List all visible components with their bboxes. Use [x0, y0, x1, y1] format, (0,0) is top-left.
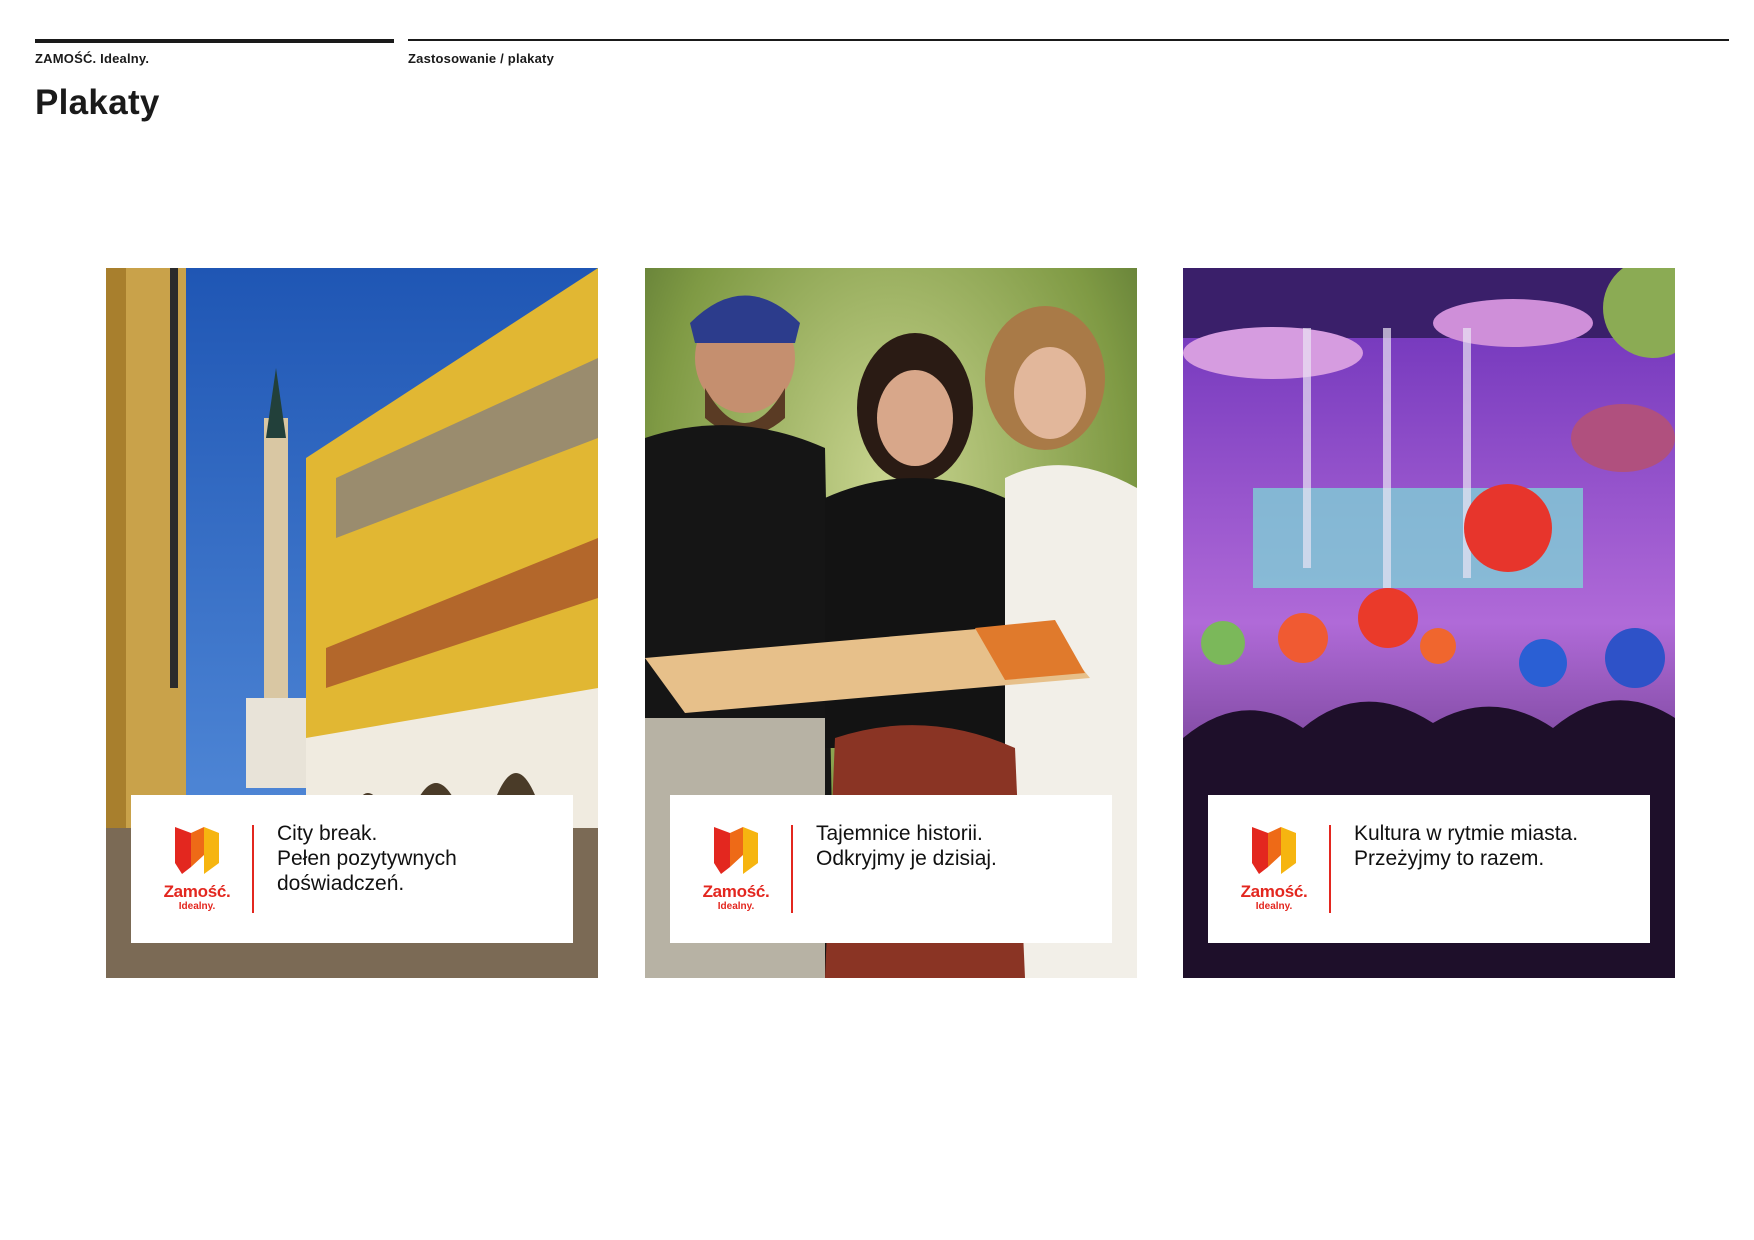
poster-headline: City break. Pełen pozytywnych doświadcze…	[277, 821, 561, 896]
poster-caption-card: Zamość. Idealny. Tajemnice historii. Odk…	[670, 795, 1112, 943]
headline-line: Odkryjmy je dzisiaj.	[816, 847, 997, 870]
header-rule-left	[35, 39, 394, 43]
headline-line: Kultura w rytmie miasta.	[1354, 822, 1579, 845]
logo-tagline: Idealny.	[717, 901, 755, 912]
poster-city-break: Zamość. Idealny. City break. Pełen pozyt…	[106, 268, 598, 978]
logo-wordmark: Zamość.	[1240, 882, 1308, 901]
headline-line: City break.	[277, 822, 378, 845]
caption-divider	[252, 825, 254, 913]
logo-wordmark: Zamość.	[163, 882, 231, 901]
shield-logo-icon	[175, 827, 219, 874]
logo-wordmark: Zamość.	[702, 882, 770, 901]
header-rule-right	[408, 39, 1729, 41]
headline-line: doświadczeń.	[277, 872, 405, 895]
poster-culture: Zamość. Idealny. Kultura w rytmie miasta…	[1183, 268, 1675, 978]
section-breadcrumb: Zastosowanie / plakaty	[408, 51, 555, 66]
poster-caption-card: Zamość. Idealny. Kultura w rytmie miasta…	[1208, 795, 1650, 943]
poster-headline: Tajemnice historii. Odkryjmy je dzisiaj.	[816, 821, 1100, 871]
brand-label: ZAMOŚĆ. Idealny.	[35, 51, 150, 66]
poster-caption-card: Zamość. Idealny. City break. Pełen pozyt…	[131, 795, 573, 943]
logo-tagline: Idealny.	[1255, 901, 1293, 912]
headline-line: Tajemnice historii.	[816, 822, 983, 845]
zamosc-logo: Zamość. Idealny.	[698, 825, 774, 919]
zamosc-logo: Zamość. Idealny.	[159, 825, 235, 919]
shield-logo-icon	[1252, 827, 1296, 874]
headline-line: Pełen pozytywnych	[277, 847, 457, 870]
page-title: Plakaty	[35, 83, 160, 122]
poster-history: Zamość. Idealny. Tajemnice historii. Odk…	[645, 268, 1137, 978]
shield-logo-icon	[714, 827, 758, 874]
caption-divider	[1329, 825, 1331, 913]
headline-line: Przeżyjmy to razem.	[1354, 847, 1545, 870]
caption-divider	[791, 825, 793, 913]
poster-headline: Kultura w rytmie miasta. Przeżyjmy to ra…	[1354, 821, 1638, 871]
logo-tagline: Idealny.	[178, 901, 216, 912]
zamosc-logo: Zamość. Idealny.	[1236, 825, 1312, 919]
